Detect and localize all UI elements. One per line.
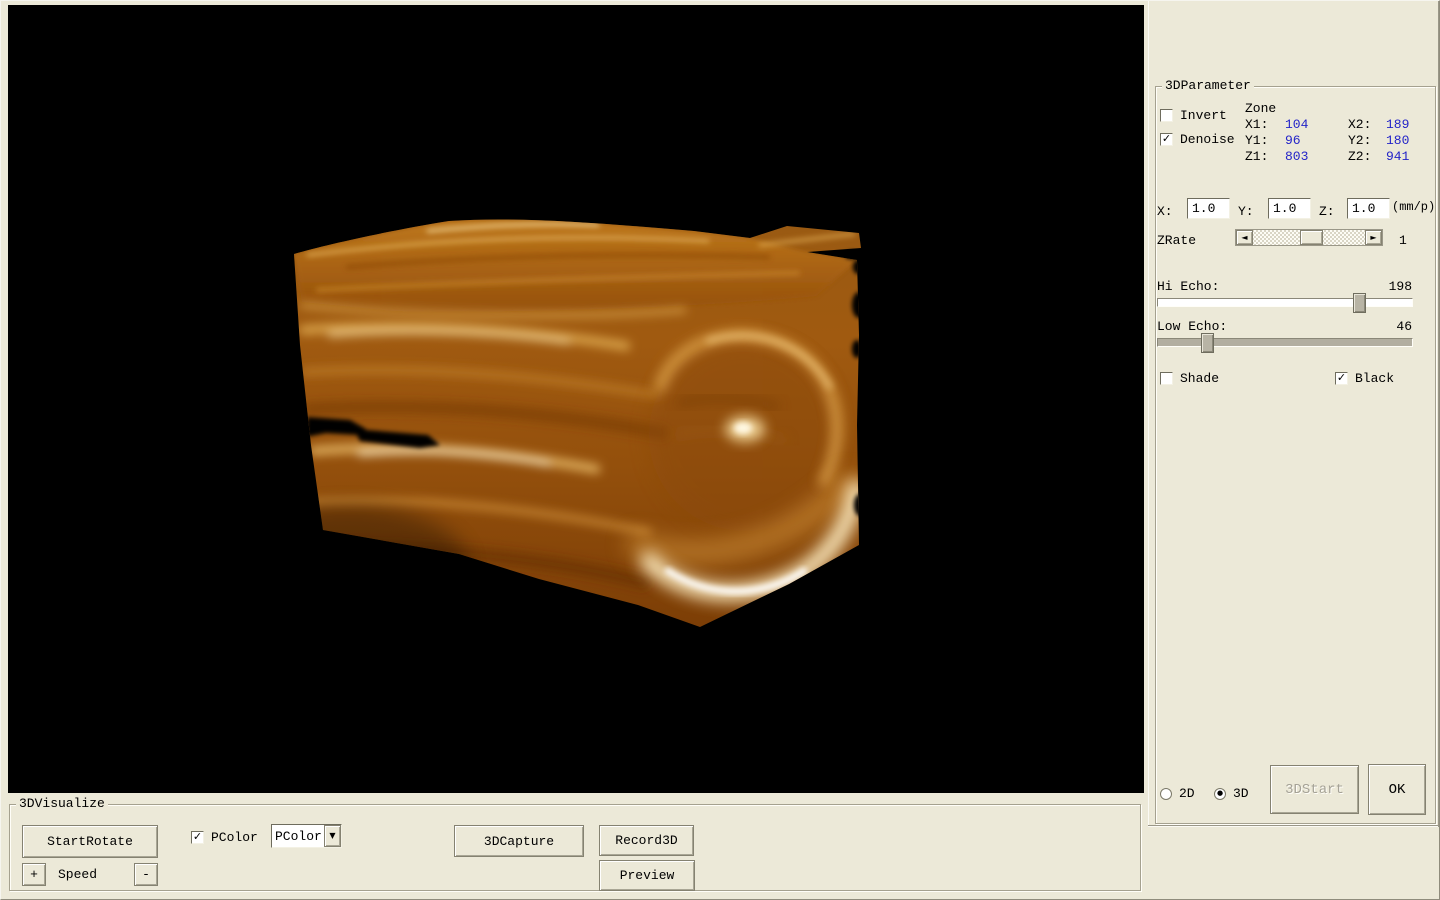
chevron-down-icon: ▼ — [329, 832, 335, 840]
y-scale-label: Y: — [1238, 204, 1254, 219]
shade-checkbox[interactable]: Shade — [1160, 371, 1219, 386]
group-3dvisualize: 3DVisualize StartRotate + Speed - ✓ PCol… — [9, 804, 1141, 891]
radio-3d-label: 3D — [1233, 786, 1249, 801]
zone-y2-label: Y2: — [1348, 133, 1386, 148]
zone-x1-label: X1: — [1245, 117, 1285, 132]
zrate-scrollbar[interactable]: ◄ ► — [1235, 229, 1383, 246]
low-echo-slider-thumb[interactable] — [1201, 333, 1214, 353]
capture-3d-button[interactable]: 3DCapture — [454, 825, 584, 857]
hi-echo-label: Hi Echo: — [1157, 279, 1219, 294]
zone-row-x: X1:104X2:189 — [1245, 117, 1409, 132]
radio-2d-label: 2D — [1179, 786, 1195, 801]
zrate-scrollbar-thumb[interactable] — [1300, 230, 1323, 245]
check-icon: ✓ — [1162, 134, 1171, 144]
invert-label: Invert — [1180, 108, 1227, 123]
hi-echo-value: 198 — [1389, 279, 1412, 294]
zone-z1-label: Z1: — [1245, 149, 1285, 164]
denoise-checkbox[interactable]: ✓ Denoise — [1160, 132, 1235, 147]
panel-divider — [1148, 1, 1149, 827]
denoise-label: Denoise — [1180, 132, 1235, 147]
radio-3d-circle: ● — [1214, 788, 1226, 800]
hi-echo-slider-thumb[interactable] — [1353, 293, 1366, 313]
volume-render-3d — [8, 5, 1144, 793]
panel-right-edge — [1438, 1, 1439, 827]
radio-3d[interactable]: ● 3D — [1214, 786, 1249, 801]
low-echo-label: Low Echo: — [1157, 319, 1227, 334]
pcolor-checkbox[interactable]: ✓ PColor — [191, 830, 258, 845]
zone-row-z: Z1:803Z2:941 — [1245, 149, 1409, 164]
x-scale-label: X: — [1157, 204, 1173, 219]
black-label: Black — [1355, 371, 1394, 386]
scroll-left-icon: ◄ — [1241, 234, 1247, 242]
check-icon: ✓ — [193, 832, 202, 842]
zrate-scroll-right-button[interactable]: ► — [1365, 230, 1382, 245]
z-scale-label: Z: — [1319, 204, 1335, 219]
render-viewport[interactable] — [8, 5, 1144, 793]
zone-x2-label: X2: — [1348, 117, 1386, 132]
zone-z2-value: 941 — [1386, 149, 1409, 164]
zone-z2-label: Z2: — [1348, 149, 1386, 164]
radio-2d[interactable]: 2D — [1160, 786, 1195, 801]
group-3dparameter-title: 3DParameter — [1162, 78, 1254, 93]
zrate-label: ZRate — [1157, 233, 1196, 248]
pcolor-checkbox-label: PColor — [211, 830, 258, 845]
shade-label: Shade — [1180, 371, 1219, 386]
low-echo-slider-track[interactable] — [1157, 338, 1413, 347]
zone-x1-value: 104 — [1285, 117, 1348, 132]
group-3dparameter: 3DParameter Invert ✓ Denoise Zone X1:104… — [1155, 86, 1436, 824]
check-icon: ✓ — [1337, 373, 1346, 383]
zrate-value: 1 — [1399, 233, 1407, 248]
group-3dvisualize-title: 3DVisualize — [16, 796, 108, 811]
zone-y1-label: Y1: — [1245, 133, 1285, 148]
shade-checkbox-box — [1160, 372, 1173, 385]
radio-2d-circle — [1160, 788, 1172, 800]
panel-bottom-edge — [1148, 825, 1438, 826]
preview-button[interactable]: Preview — [599, 860, 695, 891]
black-checkbox-box: ✓ — [1335, 372, 1348, 385]
scroll-right-icon: ► — [1370, 234, 1376, 242]
hi-echo-slider-track[interactable] — [1157, 298, 1413, 307]
invert-checkbox[interactable]: Invert — [1160, 108, 1227, 123]
speed-label: Speed — [58, 867, 97, 882]
zone-y2-value: 180 — [1386, 133, 1409, 148]
scale-unit-label: (mm/p) — [1392, 200, 1435, 215]
speed-minus-button[interactable]: - — [134, 863, 158, 886]
zone-x2-value: 189 — [1386, 117, 1409, 132]
app-window: 3DParameter Invert ✓ Denoise Zone X1:104… — [0, 0, 1440, 900]
low-echo-value: 46 — [1396, 319, 1412, 334]
record-3d-button[interactable]: Record3D — [599, 825, 694, 856]
pcolor-dropdown-value: PColor — [272, 829, 324, 844]
zone-row-y: Y1:96Y2:180 — [1245, 133, 1409, 148]
denoise-checkbox-box: ✓ — [1160, 133, 1173, 146]
zone-z1-value: 803 — [1285, 149, 1348, 164]
pcolor-dropdown[interactable]: PColor ▼ — [271, 824, 342, 848]
zrate-scroll-left-button[interactable]: ◄ — [1236, 230, 1253, 245]
start3d-button[interactable]: 3DStart — [1270, 765, 1359, 814]
invert-checkbox-box — [1160, 109, 1173, 122]
black-checkbox[interactable]: ✓ Black — [1335, 371, 1394, 386]
speed-plus-button[interactable]: + — [22, 863, 46, 886]
x-scale-input[interactable] — [1187, 198, 1230, 219]
zone-y1-value: 96 — [1285, 133, 1348, 148]
pcolor-dropdown-button[interactable]: ▼ — [324, 825, 341, 847]
ok-button[interactable]: OK — [1368, 764, 1426, 815]
start-rotate-button[interactable]: StartRotate — [22, 825, 158, 858]
z-scale-input[interactable] — [1347, 198, 1390, 219]
radio-dot-icon: ● — [1217, 790, 1223, 797]
pcolor-checkbox-box: ✓ — [191, 831, 204, 844]
zone-title: Zone — [1245, 101, 1276, 116]
y-scale-input[interactable] — [1268, 198, 1311, 219]
